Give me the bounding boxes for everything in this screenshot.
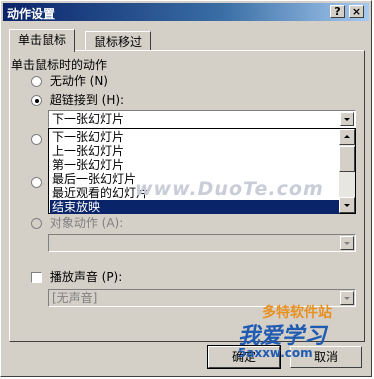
radio-button-hidden-1[interactable] bbox=[31, 134, 42, 145]
radio-none[interactable]: 无动作 (N) bbox=[31, 73, 108, 89]
scroll-down-icon[interactable] bbox=[339, 197, 355, 213]
list-item-selected[interactable]: 结束放映 bbox=[50, 200, 340, 214]
radio-hyperlink-label: 超链接到 (H): bbox=[49, 93, 125, 107]
help-icon[interactable]: ? bbox=[330, 5, 345, 18]
radio-button[interactable] bbox=[31, 76, 42, 87]
chevron-down-icon[interactable] bbox=[340, 291, 354, 305]
tab-mouse-over[interactable]: 鼠标移过 bbox=[85, 31, 152, 51]
list-item[interactable]: 下一张幻灯片 bbox=[50, 130, 340, 144]
radio-object-action-label: 对象动作 (A): bbox=[49, 216, 124, 230]
radio-button-disabled[interactable] bbox=[31, 218, 42, 229]
play-sound-label: 播放声音 (P): bbox=[49, 270, 123, 284]
tab-mouse-click[interactable]: 单击鼠标 bbox=[9, 29, 76, 52]
chevron-down-icon[interactable] bbox=[340, 236, 354, 250]
radio-object-action[interactable]: 对象动作 (A): bbox=[31, 215, 123, 231]
radio-button-checked[interactable] bbox=[31, 95, 42, 106]
hyperlink-select[interactable]: 下一张幻灯片 bbox=[48, 110, 356, 128]
window-title: 动作设置 bbox=[7, 7, 56, 21]
hyperlink-select-value: 下一张幻灯片 bbox=[52, 112, 125, 126]
object-action-select[interactable] bbox=[48, 234, 356, 252]
hyperlink-dropdown-list[interactable]: 下一张幻灯片 上一张幻灯片 第一张幻灯片 最后一张幻灯片 最近观看的幻灯片 结束… bbox=[48, 128, 356, 214]
close-icon[interactable]: × bbox=[349, 5, 364, 18]
list-item[interactable]: 第一张幻灯片 bbox=[50, 158, 340, 172]
chevron-down-icon[interactable] bbox=[340, 112, 354, 126]
radio-hyperlink[interactable]: 超链接到 (H): bbox=[31, 92, 124, 108]
site-url-watermark: 5axxw.com bbox=[238, 346, 313, 360]
sound-select-value: [无声音] bbox=[52, 291, 98, 305]
radio-none-label: 无动作 (N) bbox=[49, 74, 108, 88]
scroll-up-icon[interactable] bbox=[339, 129, 355, 145]
duote-watermark: www.DuoTe.com bbox=[135, 178, 324, 200]
title-bar: 动作设置 ? × bbox=[3, 3, 369, 21]
play-sound-checkbox[interactable] bbox=[31, 272, 42, 283]
tab-strip: 单击鼠标 鼠标移过 bbox=[9, 29, 369, 52]
radio-button-hidden-2[interactable] bbox=[31, 177, 42, 188]
group-label: 单击鼠标时的动作 bbox=[11, 58, 108, 72]
list-item[interactable]: 上一张幻灯片 bbox=[50, 144, 340, 158]
play-sound-checkbox-row[interactable]: 播放声音 (P): bbox=[31, 269, 122, 285]
scroll-thumb[interactable] bbox=[339, 146, 355, 172]
dropdown-scrollbar[interactable] bbox=[339, 129, 355, 213]
